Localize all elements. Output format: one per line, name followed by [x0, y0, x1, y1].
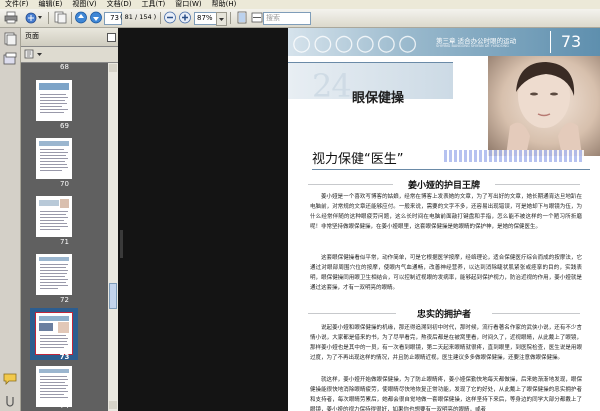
- paragraph-1: 姜小娅是一个喜欢写博客的姑娘，经常在博客上发表她的文章，为了写出好的文章，她长期…: [310, 194, 582, 230]
- fit-page-icon[interactable]: [235, 11, 249, 24]
- comments-icon[interactable]: [3, 373, 17, 388]
- thumbnail-71[interactable]: [36, 196, 72, 237]
- menu-window[interactable]: 窗口(W): [170, 0, 206, 9]
- splitter-handle[interactable]: [120, 230, 123, 258]
- zoom-level-input[interactable]: 87%: [194, 12, 218, 25]
- thumbnail-label: 71: [60, 238, 69, 246]
- print-icon[interactable]: [4, 11, 18, 24]
- document-page: ○○○○○○ 第三章 适合办公时眼的运动 SHIYING BANGONG SHI…: [288, 28, 600, 411]
- section-number: 24: [312, 67, 352, 105]
- decorative-dots: [444, 150, 584, 162]
- menu-file[interactable]: 文件(F): [0, 0, 34, 9]
- article-heading: 视力保健“医生”: [312, 152, 404, 167]
- thumbnail-list: 68 69 70 71 72 73 74: [21, 63, 108, 411]
- next-page-icon[interactable]: [89, 11, 103, 24]
- thumbnail-73[interactable]: [35, 312, 73, 355]
- paragraph-2: 这套眼保健操看似平常，动作简单，可是它根据医学按摩，经络理论，适合保健医疗综合而…: [310, 255, 582, 291]
- paragraph-4: 就这样，姜小娅开始做眼保健操，为了防止眼睛疼，姜小娅保勤快地每天都做操，后来她渐…: [310, 377, 582, 411]
- subheading-rule: [308, 184, 393, 185]
- scroll-up-icon[interactable]: [109, 64, 117, 72]
- chapter-subtitle: SHIYING BANGONG SHIYAN DE YUNDONG: [436, 44, 509, 48]
- toolbar: 73 ( 81 / 154 ) 87% 搜索: [0, 9, 600, 28]
- page-count: ( 81 / 154 ): [120, 13, 157, 21]
- panel-title: 页面: [25, 32, 39, 40]
- zoom-out-icon[interactable]: [163, 11, 177, 24]
- navigation-strip: [0, 28, 21, 411]
- thumbnail-label: 72: [60, 296, 69, 304]
- section-title: 眼保健操: [352, 91, 405, 106]
- subheading-rule: [495, 184, 580, 185]
- scroll-down-icon[interactable]: [109, 401, 117, 409]
- paragraph-3: 说起姜小娅和眼保健操的机缘，那还得追溯到初中时代，那时候，流行看著名作家的武侠小…: [310, 325, 582, 361]
- attachments-icon[interactable]: [3, 393, 17, 410]
- thumbnail-74[interactable]: [36, 366, 72, 407]
- menu-help[interactable]: 帮助(H): [207, 0, 242, 9]
- options-icon[interactable]: [24, 48, 46, 63]
- fit-width-icon[interactable]: [250, 11, 264, 24]
- menu-tools[interactable]: 工具(T): [137, 0, 171, 9]
- thumbnail-72[interactable]: [36, 254, 72, 295]
- previous-page-icon[interactable]: [74, 11, 88, 24]
- thumbnail-scrollbar[interactable]: [108, 63, 118, 411]
- heading-rule: [312, 169, 590, 170]
- panel-options: [21, 47, 118, 63]
- thumbnail-label: 69: [60, 122, 69, 130]
- layers-icon[interactable]: [3, 52, 17, 69]
- page-number: 73: [550, 31, 591, 53]
- thumbnail-label: 74: [60, 402, 69, 410]
- page-header-band: ○○○○○○ 第三章 适合办公时眼的运动 SHIYING BANGONG SHI…: [288, 28, 600, 56]
- menu-document[interactable]: 文档(D): [102, 0, 137, 9]
- share-icon[interactable]: [24, 11, 44, 24]
- thumbnail-label: 70: [60, 180, 69, 188]
- subheading-rule: [308, 313, 396, 314]
- woman-portrait-photo: [488, 56, 600, 156]
- thumbnail-label: 68: [60, 63, 69, 71]
- zoom-in-icon[interactable]: [178, 11, 192, 24]
- scroll-thumb[interactable]: [109, 283, 117, 309]
- panel-close-icon[interactable]: [107, 33, 116, 42]
- thumbnail-label-selected: 73: [59, 353, 70, 361]
- thumbnail-69[interactable]: [36, 80, 72, 121]
- subheading-rule: [492, 313, 580, 314]
- menu-edit[interactable]: 编辑(E): [34, 0, 68, 9]
- zoom-dropdown[interactable]: [216, 12, 227, 26]
- thumbnail-70[interactable]: [36, 138, 72, 179]
- pages-panel-icon[interactable]: [3, 32, 17, 49]
- document-background: [118, 28, 288, 411]
- pages-icon[interactable]: [53, 11, 67, 24]
- search-input[interactable]: 搜索: [263, 12, 311, 25]
- menu-view[interactable]: 视图(V): [67, 0, 101, 9]
- pages-panel: 页面 68 69 70 71 72 73 74: [21, 28, 118, 411]
- menu-bar: 文件(F) 编辑(E) 视图(V) 文档(D) 工具(T) 窗口(W) 帮助(H…: [0, 0, 600, 9]
- panel-header: 页面: [21, 28, 118, 47]
- header-decoration: ○○○○○○: [292, 31, 420, 56]
